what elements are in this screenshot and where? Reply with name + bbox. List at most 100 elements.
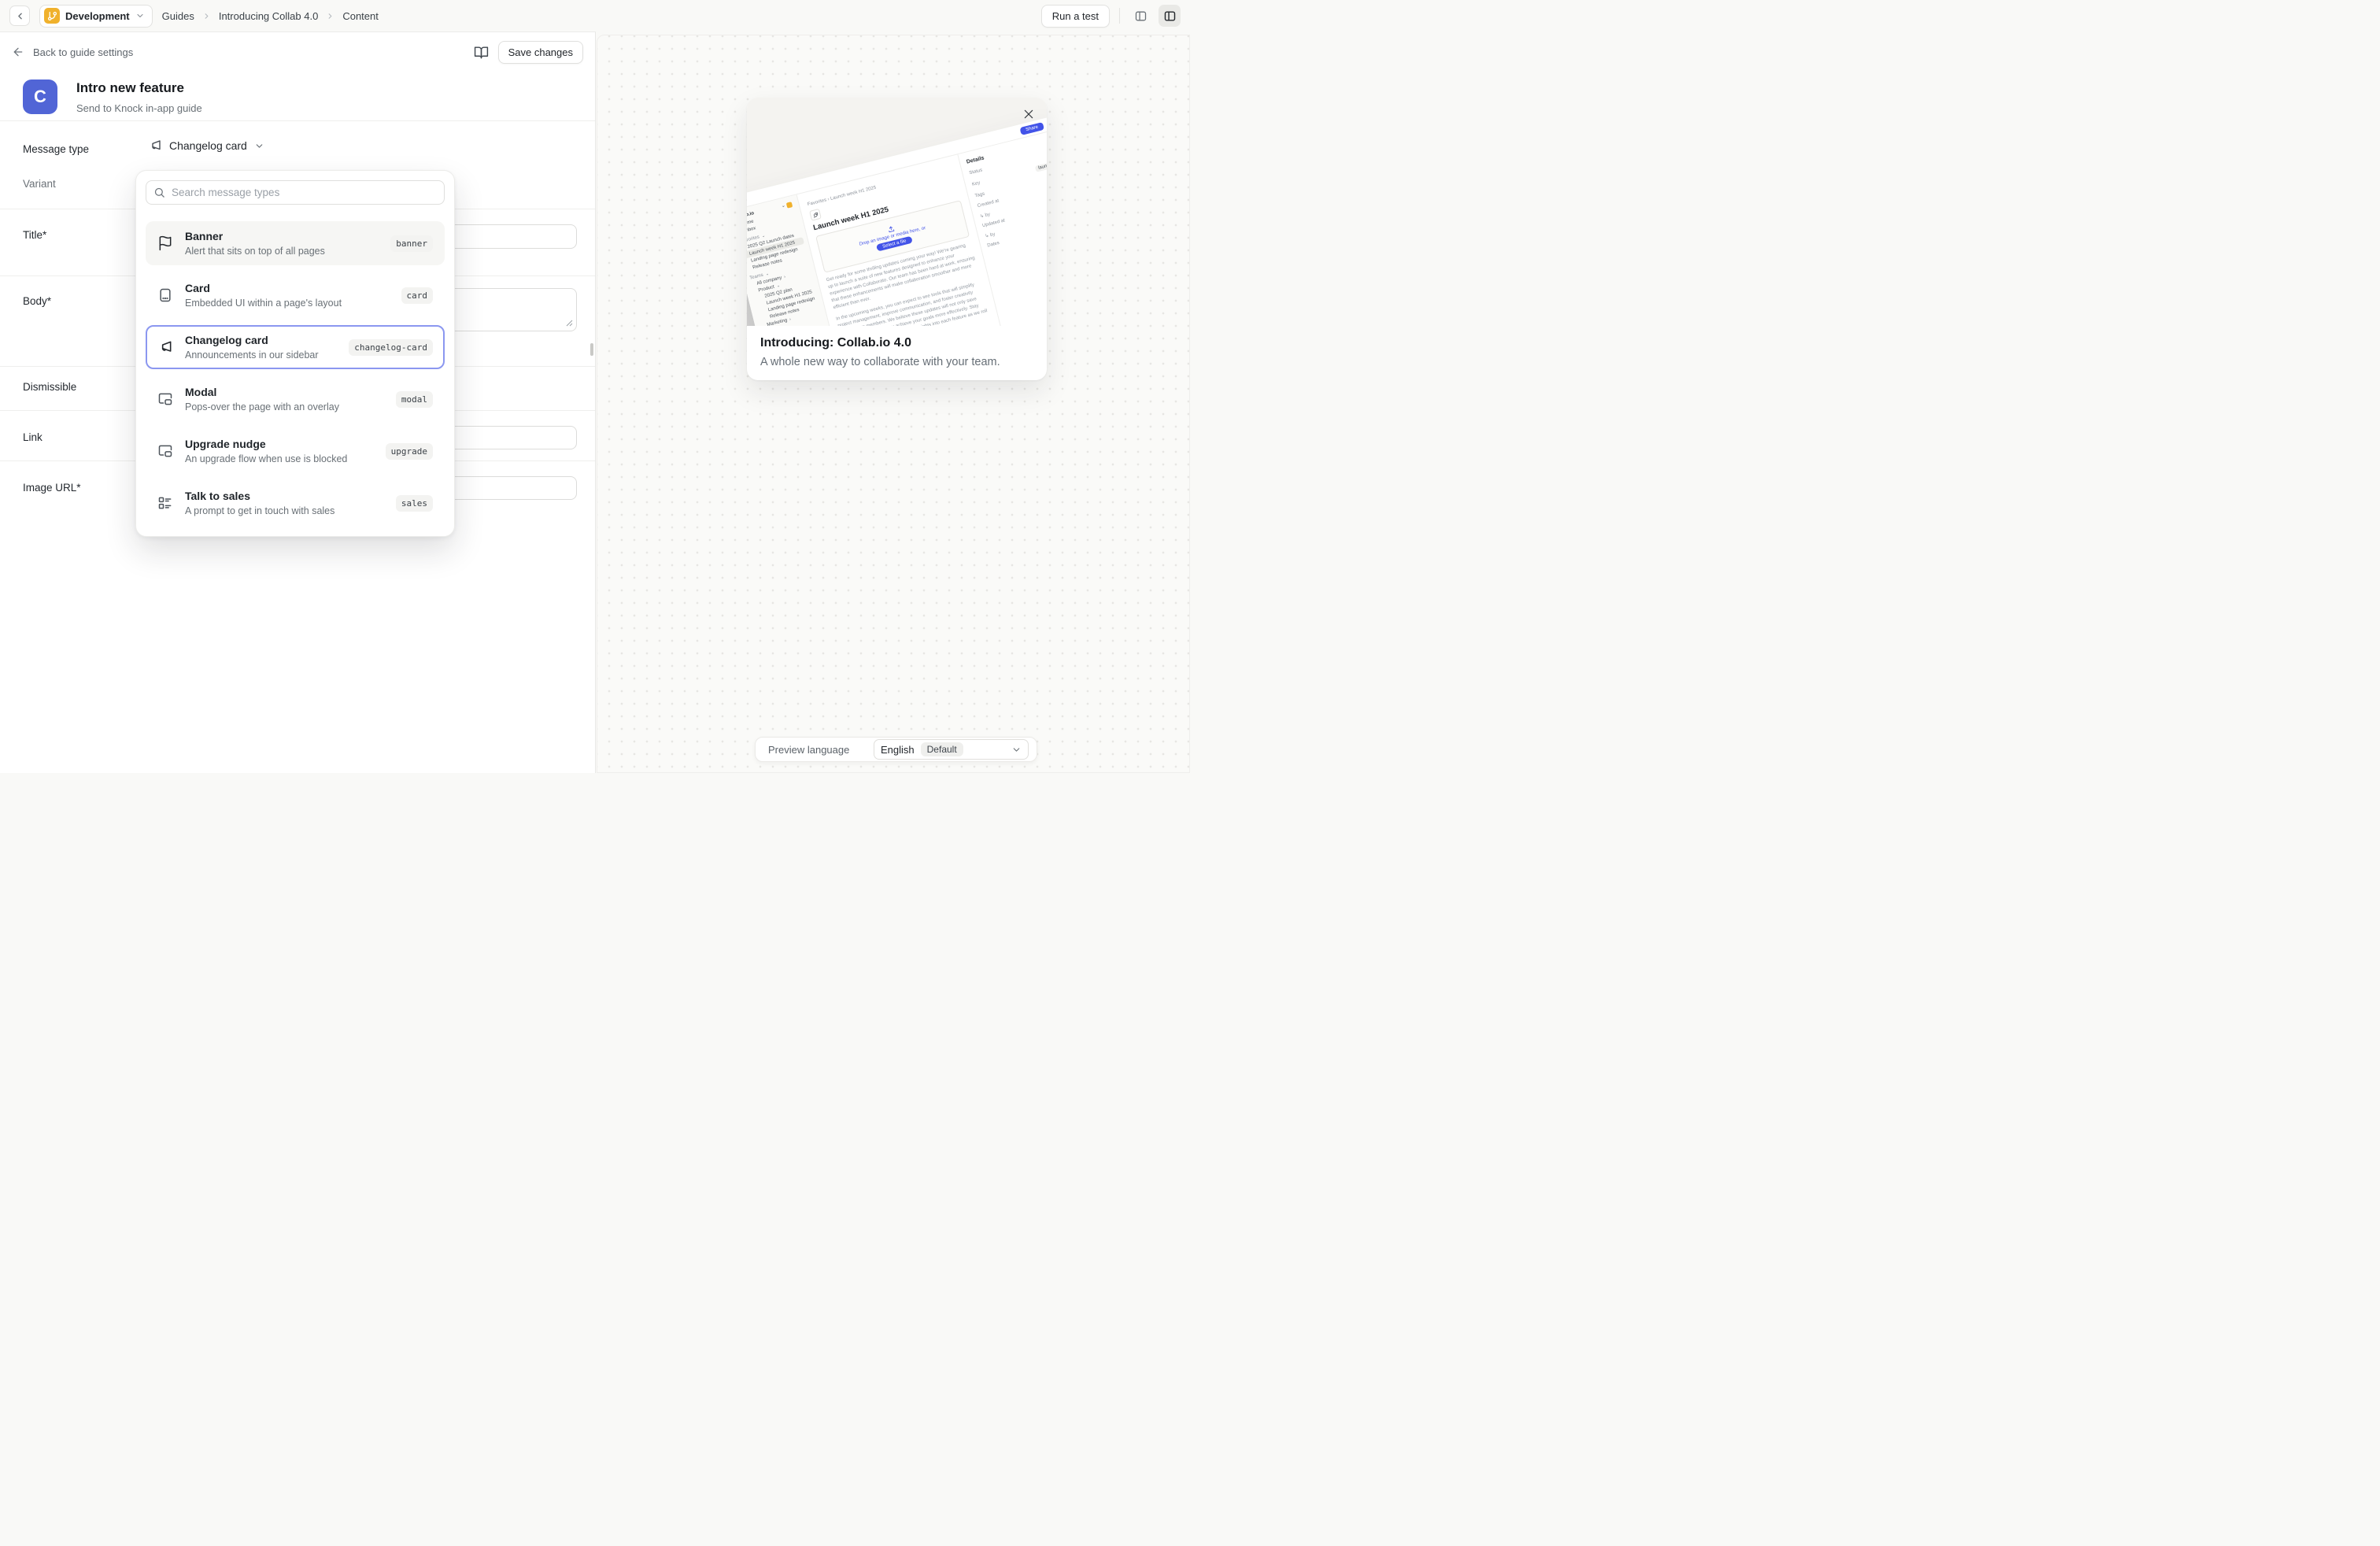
editor-header: Back to guide settings Save changes: [0, 32, 595, 72]
search-input[interactable]: [172, 187, 437, 198]
option-title: Talk to sales: [185, 490, 334, 502]
mini-detail-label: Dates: [987, 241, 1000, 249]
book-open-icon: [474, 45, 489, 60]
option-description: Embedded UI within a page's layout: [185, 298, 342, 309]
chevron-right-icon: [202, 12, 211, 20]
back-to-guide-settings-label: Back to guide settings: [33, 46, 133, 58]
breadcrumb-guide-name[interactable]: Introducing Collab 4.0: [219, 10, 318, 22]
search-icon: [153, 187, 165, 198]
message-type-list: Banner Alert that sits on top of all pag…: [146, 221, 445, 525]
chevron-left-icon: [15, 11, 25, 21]
close-icon[interactable]: [1022, 108, 1035, 120]
preview-card-caption: Introducing: Collab.io 4.0 A whole new w…: [747, 326, 1047, 379]
option-badge: banner: [390, 235, 433, 252]
chevron-down-icon: [254, 141, 264, 151]
language-value: English: [881, 744, 915, 756]
preview-language-bar: Preview language English Default: [755, 737, 1037, 762]
top-bar: Development Guides Introducing Collab 4.…: [0, 0, 1190, 31]
mini-nav-inbox: Inbox: [747, 226, 756, 233]
breadcrumb-content[interactable]: Content: [342, 10, 379, 22]
mini-detail-label: Status: [969, 168, 983, 176]
guide-title: Intro new feature: [76, 80, 202, 96]
environment-switcher[interactable]: Development: [39, 5, 153, 28]
docs-button[interactable]: [474, 45, 489, 60]
changelog-card-preview: Share Collab.io ⌄ ⌂Home ▣Inbox Favorite: [747, 98, 1047, 380]
option-title: Changelog card: [185, 334, 319, 346]
body-field-label: Body*: [23, 295, 51, 307]
message-type-option-upgrade-nudge[interactable]: Upgrade nudge An upgrade flow when use i…: [146, 429, 445, 473]
preview-screenshot: Share Collab.io ⌄ ⌂Home ▣Inbox Favorite: [747, 113, 1047, 326]
row-divider: [0, 120, 595, 121]
variant-label: Variant: [23, 178, 56, 190]
mini-detail-label: Created at: [977, 198, 1000, 209]
guide-avatar: C: [23, 80, 57, 114]
breadcrumb: Guides Introducing Collab 4.0 Content: [162, 10, 379, 22]
megaphone-icon: [148, 139, 162, 153]
option-description: An upgrade flow when use is blocked: [185, 453, 347, 464]
message-type-label: Message type: [23, 143, 89, 155]
message-type-option-changelog-card[interactable]: Changelog card Announcements in our side…: [146, 325, 445, 369]
message-type-option-talk-to-sales[interactable]: Talk to sales A prompt to get in touch w…: [146, 481, 445, 525]
option-title: Banner: [185, 230, 325, 242]
history-back-button[interactable]: [9, 6, 30, 26]
upgrade-nudge-icon: [157, 443, 173, 459]
upload-icon: [886, 225, 895, 234]
rocket-icon: [809, 209, 822, 221]
option-title: Upgrade nudge: [185, 438, 347, 450]
option-description: Alert that sits on top of all pages: [185, 246, 325, 257]
option-badge: modal: [396, 391, 433, 408]
option-badge: sales: [396, 495, 433, 512]
breadcrumb-guides[interactable]: Guides: [162, 10, 194, 22]
back-to-guide-settings[interactable]: Back to guide settings: [12, 46, 133, 58]
arrow-left-icon: [12, 46, 24, 58]
save-changes-button[interactable]: Save changes: [498, 41, 583, 64]
mini-badge-icon: [786, 202, 793, 208]
link-field-label: Link: [23, 431, 42, 443]
dismissible-label: Dismissible: [23, 381, 76, 393]
chevron-down-icon: [1011, 745, 1022, 755]
preview-language-select[interactable]: English Default: [874, 739, 1029, 760]
preview-language-label: Preview language: [768, 744, 849, 756]
mini-detail-label: Tags: [974, 191, 985, 198]
megaphone-icon: [157, 339, 173, 355]
environment-label: Development: [65, 10, 130, 22]
toggle-left-panel-button[interactable]: [1129, 5, 1151, 27]
image-url-label: Image URL*: [23, 482, 81, 494]
git-branch-icon: [44, 8, 60, 24]
preview-card-media: Share Collab.io ⌄ ⌂Home ▣Inbox Favorite: [747, 98, 1047, 326]
option-description: Pops-over the page with an overlay: [185, 401, 339, 412]
mini-detail-label: ↳ by: [985, 231, 996, 239]
run-a-test-button[interactable]: Run a test: [1041, 5, 1110, 28]
message-type-value: Changelog card: [169, 139, 247, 152]
guide-subtitle: Send to Knock in-app guide: [76, 102, 202, 114]
panel-left-icon: [1134, 9, 1148, 23]
flag-icon: [157, 235, 173, 251]
toggle-right-panel-button[interactable]: [1159, 5, 1181, 27]
option-badge: card: [401, 287, 434, 304]
mini-detail-label: Updated at: [982, 218, 1006, 228]
option-title: Card: [185, 282, 342, 294]
message-type-option-card[interactable]: Card Embedded UI within a page's layout …: [146, 273, 445, 317]
preview-card-subtitle: A whole new way to collaborate with your…: [760, 356, 1033, 368]
chevron-down-icon: [135, 11, 145, 20]
message-type-select[interactable]: Changelog card: [148, 139, 264, 153]
toolbar-divider: [1119, 8, 1120, 24]
message-type-search[interactable]: [146, 180, 445, 205]
message-type-option-banner[interactable]: Banner Alert that sits on top of all pag…: [146, 221, 445, 265]
card-icon: [157, 287, 173, 303]
message-type-dropdown: Banner Alert that sits on top of all pag…: [135, 170, 455, 537]
list-icon: [157, 495, 173, 511]
guide-header: C Intro new feature Send to Knock in-app…: [23, 80, 202, 114]
preview-card-title: Introducing: Collab.io 4.0: [760, 336, 1033, 350]
preview-panel: Share Collab.io ⌄ ⌂Home ▣Inbox Favorite: [597, 35, 1190, 773]
option-title: Modal: [185, 386, 339, 398]
option-badge: changelog-card: [349, 339, 433, 356]
modal-icon: [157, 391, 173, 407]
language-default-badge: Default: [921, 742, 963, 756]
panel-right-icon: [1163, 9, 1177, 23]
message-type-option-modal[interactable]: Modal Pops-over the page with an overlay…: [146, 377, 445, 421]
option-badge: upgrade: [386, 443, 433, 460]
scrollbar-thumb[interactable]: [590, 343, 593, 356]
title-field-label: Title*: [23, 229, 46, 241]
mini-detail-label: Key: [972, 181, 981, 187]
